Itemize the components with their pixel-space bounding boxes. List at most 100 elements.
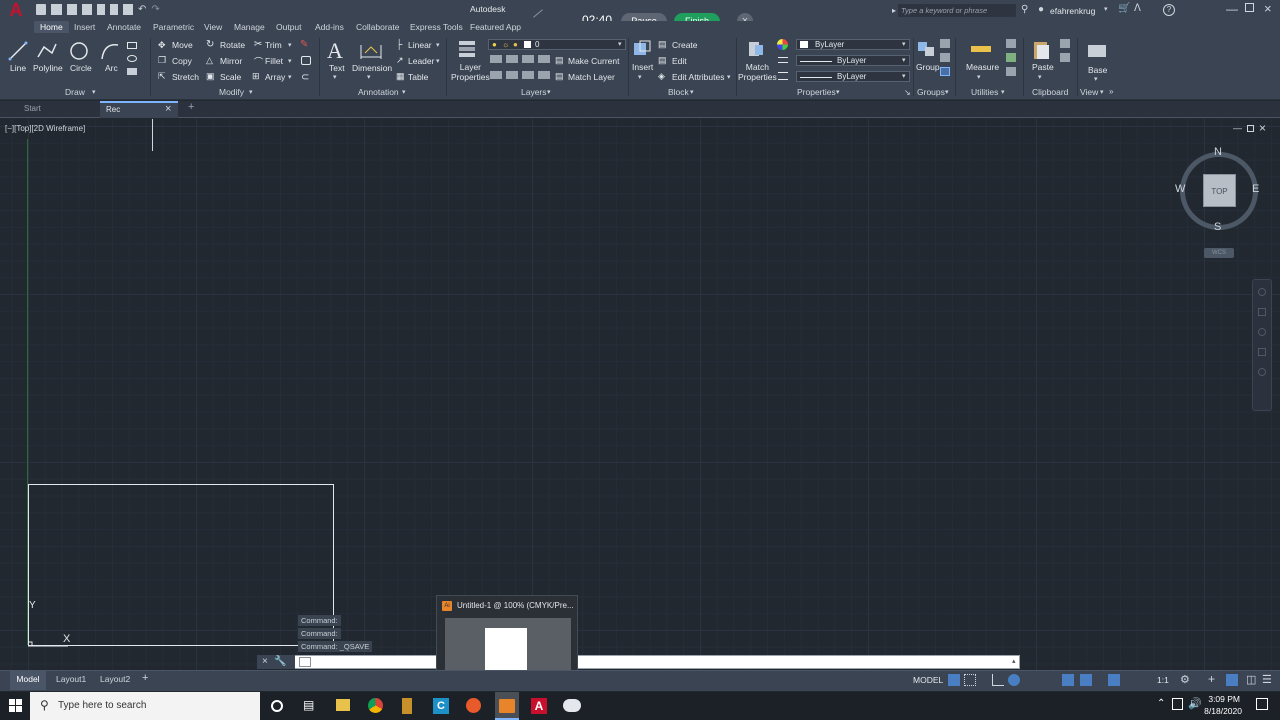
leader-button[interactable]: Leader: [408, 56, 434, 66]
grid-icon[interactable]: [948, 674, 960, 686]
properties-panel-label[interactable]: Properties: [797, 87, 836, 97]
redo-icon[interactable]: ↷: [151, 4, 159, 15]
camtasia-icon[interactable]: C: [433, 698, 449, 714]
tab-manage[interactable]: Manage: [234, 22, 265, 32]
close-command-icon[interactable]: ×: [262, 656, 268, 667]
rectangle-icon[interactable]: [127, 42, 137, 49]
groups-panel-label[interactable]: Groups: [917, 87, 945, 97]
chevron-down-icon[interactable]: ▾: [1104, 5, 1108, 13]
lineweight-icon[interactable]: [778, 57, 788, 63]
edit-attributes-button[interactable]: Edit Attributes: [672, 72, 724, 82]
overflow-icon[interactable]: »: [1109, 87, 1113, 96]
measure-button[interactable]: Measure: [966, 62, 999, 72]
search-icon[interactable]: ⚲: [1021, 4, 1028, 15]
layer-thaw-icon[interactable]: [522, 71, 534, 79]
chevron-down-icon[interactable]: ▾: [333, 73, 337, 81]
isolate-objects-icon[interactable]: [1226, 674, 1238, 686]
otrack-icon[interactable]: [1080, 674, 1092, 686]
make-current-button[interactable]: Make Current: [568, 56, 620, 66]
layer-isolate-icon[interactable]: [506, 55, 518, 63]
chevron-down-icon[interactable]: ▾: [836, 88, 840, 96]
open-icon[interactable]: [51, 4, 62, 15]
viewcube-top-face[interactable]: TOP: [1203, 174, 1236, 207]
chevron-down-icon[interactable]: ▾: [1100, 88, 1104, 96]
color-wheel-icon[interactable]: [777, 39, 788, 50]
hatch-icon[interactable]: [127, 55, 137, 62]
gradient-icon[interactable]: [127, 68, 137, 75]
ungroup-icon[interactable]: [940, 39, 950, 48]
clipboard-panel-label[interactable]: Clipboard: [1032, 87, 1068, 97]
tab-add-ins[interactable]: Add-ins: [315, 22, 344, 32]
layer-on-icon[interactable]: [490, 71, 502, 79]
user-name[interactable]: efahrenkrug: [1050, 6, 1095, 16]
minimize-icon[interactable]: —: [1226, 2, 1238, 16]
chevron-up-icon[interactable]: ▴: [1012, 657, 1016, 665]
rotate-button[interactable]: Rotate: [220, 40, 245, 50]
utilities-panel-label[interactable]: Utilities: [971, 87, 998, 97]
circle-button[interactable]: Circle: [70, 63, 92, 73]
tab-output[interactable]: Output: [276, 22, 302, 32]
chevron-down-icon[interactable]: ▾: [945, 88, 949, 96]
color-dropdown[interactable]: ByLayer ▾: [796, 39, 910, 50]
tab-insert[interactable]: Insert: [74, 22, 95, 32]
chevron-down-icon[interactable]: ▾: [727, 73, 731, 81]
viewport-controls-label[interactable]: [−][Top][2D Wireframe]: [5, 124, 85, 133]
autocad-taskbar-icon[interactable]: A: [531, 698, 547, 714]
layer-freeze-icon[interactable]: [522, 55, 534, 63]
command-line-input[interactable]: × 🔧 ▴: [257, 655, 1020, 669]
match-properties-button[interactable]: Match Properties: [738, 62, 777, 82]
snap-icon[interactable]: [964, 674, 976, 686]
quick-select-icon[interactable]: [1006, 39, 1016, 48]
save-as-icon[interactable]: [82, 4, 92, 15]
chevron-down-icon[interactable]: ▾: [367, 73, 371, 81]
chevron-down-icon[interactable]: ▾: [402, 88, 406, 96]
taskbar-search-box[interactable]: ⚲ Type here to search: [30, 692, 260, 720]
erase-icon[interactable]: ✎: [300, 39, 308, 50]
tab-collaborate[interactable]: Collaborate: [356, 22, 399, 32]
notifications-icon[interactable]: [1256, 698, 1268, 710]
recorder-icon[interactable]: [466, 698, 481, 713]
paste-button[interactable]: Paste: [1032, 62, 1054, 72]
autocad-logo-icon[interactable]: A: [8, 1, 24, 19]
autodesk-a360-icon[interactable]: ᐱ: [1134, 3, 1141, 14]
stretch-button[interactable]: Stretch: [172, 72, 199, 82]
windows-start-icon[interactable]: [9, 699, 22, 712]
group-button[interactable]: Group: [916, 62, 940, 72]
zoom-icon[interactable]: [1258, 328, 1266, 336]
layer-unlock-icon[interactable]: [538, 71, 550, 79]
layers-panel-label[interactable]: Layers: [521, 87, 547, 97]
chevron-down-icon[interactable]: ▾: [1094, 75, 1098, 83]
osnap-icon[interactable]: [1062, 674, 1074, 686]
steering-wheel-icon[interactable]: [1258, 288, 1266, 296]
chevron-down-icon[interactable]: ▾: [1001, 88, 1005, 96]
draw-panel-label[interactable]: Draw: [65, 87, 85, 97]
compass-south[interactable]: S: [1214, 221, 1221, 233]
offset-icon[interactable]: ⊂: [301, 72, 309, 83]
block-panel-label[interactable]: Block: [668, 87, 689, 97]
select-all-icon[interactable]: [1006, 53, 1016, 62]
tab-view[interactable]: View: [204, 22, 222, 32]
file-explorer-icon[interactable]: [336, 699, 350, 711]
chevron-down-icon[interactable]: ▾: [638, 73, 642, 81]
chrome-icon[interactable]: [368, 698, 383, 713]
edit-block-button[interactable]: Edit: [672, 56, 687, 66]
taskbar-time[interactable]: 3:09 PM: [1204, 694, 1240, 704]
new-tab-icon[interactable]: +: [188, 101, 194, 113]
linear-button[interactable]: Linear: [408, 40, 432, 50]
scale-button[interactable]: Scale: [220, 72, 241, 82]
viewport-restore-icon[interactable]: [1247, 125, 1254, 132]
new-icon[interactable]: [36, 4, 46, 15]
taskbar-date[interactable]: 8/18/2020: [1200, 706, 1242, 716]
ortho-icon[interactable]: [992, 674, 1004, 686]
task-view-icon[interactable]: ▤: [303, 698, 314, 712]
pan-icon[interactable]: [1258, 308, 1266, 316]
trim-button[interactable]: Trim: [265, 40, 282, 50]
command-prompt-icon[interactable]: [299, 657, 311, 667]
tab-annotate[interactable]: Annotate: [107, 22, 141, 32]
move-button[interactable]: Move: [172, 40, 193, 50]
plot-icon[interactable]: [123, 4, 133, 15]
calculator-icon[interactable]: [1006, 67, 1016, 76]
linetype-dropdown[interactable]: ByLayer ▾: [796, 55, 910, 66]
compass-east[interactable]: E: [1252, 183, 1259, 195]
chevron-down-icon[interactable]: ▾: [92, 88, 96, 96]
